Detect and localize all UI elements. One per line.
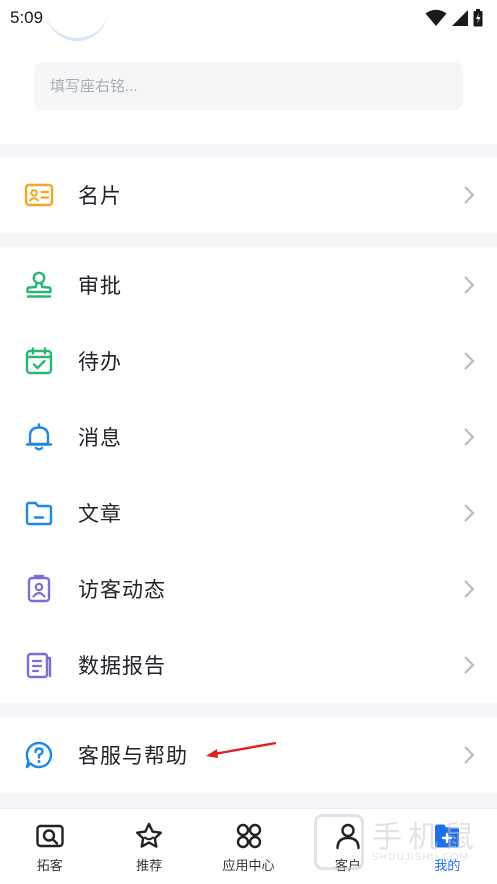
motto-input[interactable] — [34, 62, 463, 110]
chevron-right-icon — [464, 504, 475, 522]
chevron-right-icon — [464, 186, 475, 204]
search-card-icon — [35, 821, 65, 851]
stamp-icon — [24, 270, 54, 300]
menu-item-label: 数据报告 — [78, 655, 166, 678]
report-icon — [24, 650, 54, 680]
annotation-arrow-icon — [206, 741, 277, 758]
menu-item-label: 访客动态 — [78, 579, 166, 602]
menu-item-label: 客服与帮助 — [78, 745, 188, 768]
tab-label: 拓客 — [36, 858, 63, 873]
menu-item-label: 消息 — [78, 427, 122, 450]
tab-prospecting[interactable]: 拓客 — [0, 809, 99, 884]
menu-group-main: 审批 待办 消息 文章 访客动态 数据报告 — [0, 247, 497, 703]
tab-label: 我的 — [434, 858, 461, 873]
tab-customers[interactable]: 客户 — [298, 809, 397, 884]
battery-icon — [473, 9, 483, 27]
tab-label: 客户 — [334, 858, 361, 873]
tab-recommend[interactable]: 推荐 — [99, 809, 198, 884]
apps-grid-icon — [234, 821, 264, 851]
menu-item-approval[interactable]: 审批 — [0, 247, 497, 323]
calendar-check-icon — [24, 346, 54, 376]
menu-item-articles[interactable]: 文章 — [0, 475, 497, 551]
status-icons — [425, 9, 483, 27]
menu-item-label: 待办 — [78, 351, 122, 374]
menu-item-messages[interactable]: 消息 — [0, 399, 497, 475]
tab-bar: 拓客 推荐 应用中心 客户 我的 — [0, 808, 497, 884]
tab-label: 应用中心 — [222, 858, 275, 873]
menu-item-label: 文章 — [78, 503, 122, 526]
wifi-icon — [425, 9, 447, 26]
visitor-badge-icon — [24, 574, 54, 604]
chevron-right-icon — [464, 580, 475, 598]
tab-me[interactable]: 我的 — [398, 809, 497, 884]
chevron-right-icon — [464, 428, 475, 446]
help-chat-icon — [24, 740, 54, 770]
signal-icon — [452, 10, 468, 26]
menu-item-label: 审批 — [78, 275, 122, 298]
menu-item-data-report[interactable]: 数据报告 — [0, 627, 497, 703]
me-icon — [432, 821, 462, 851]
menu-group-card: 名片 — [0, 157, 497, 233]
bell-icon — [24, 422, 54, 452]
star-icon — [134, 821, 164, 851]
menu-item-label: 名片 — [78, 185, 122, 208]
folder-icon — [24, 498, 54, 528]
chevron-right-icon — [464, 656, 475, 674]
status-time: 5:09 — [10, 8, 44, 27]
tab-app-center[interactable]: 应用中心 — [199, 809, 298, 884]
business-card-icon — [24, 180, 54, 210]
avatar[interactable] — [46, 6, 108, 41]
chevron-right-icon — [464, 746, 475, 764]
chevron-right-icon — [464, 276, 475, 294]
menu-item-business-card[interactable]: 名片 — [0, 157, 497, 233]
menu-item-todo[interactable]: 待办 — [0, 323, 497, 399]
chevron-right-icon — [464, 352, 475, 370]
profile-card — [0, 36, 497, 144]
menu-item-visitors[interactable]: 访客动态 — [0, 551, 497, 627]
tab-label: 推荐 — [136, 858, 163, 873]
person-icon — [333, 821, 363, 851]
